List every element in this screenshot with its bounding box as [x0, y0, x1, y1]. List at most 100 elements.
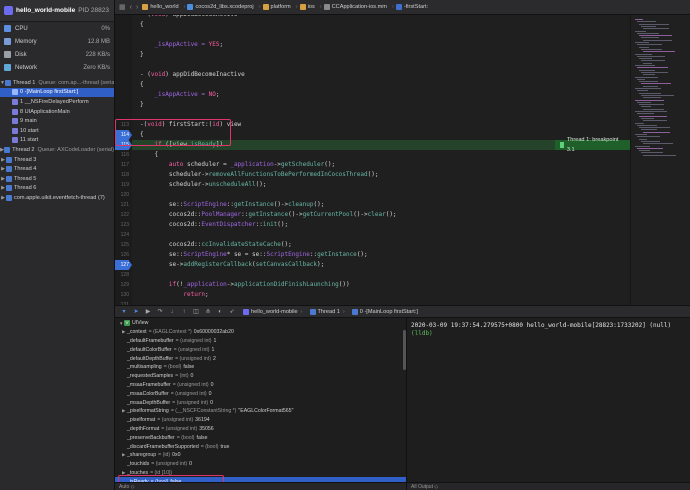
breadcrumb-item[interactable]: CCApplication-ios.mm: [323, 4, 387, 10]
minimap-line: [639, 81, 658, 83]
gauge-memory[interactable]: Memory 12.8 MB: [0, 35, 114, 48]
thread-item[interactable]: ▼ Thread 1 Queue: com.ap...-thread (serial…: [0, 78, 114, 88]
thread-item[interactable]: ▶ Thread 3: [0, 155, 114, 165]
gauge-cpu[interactable]: CPU 0%: [0, 22, 114, 35]
variable-row[interactable]: _preserveBackbuffer = (bool) false: [115, 433, 406, 442]
line-number[interactable]: [115, 80, 132, 90]
line-number[interactable]: 120: [115, 190, 132, 200]
stack-frame-item[interactable]: 8 UIApplicationMain: [0, 107, 114, 117]
breakpoint-marker[interactable]: 127: [115, 260, 132, 270]
variable-row[interactable]: _touchids = (unsigned int) 0: [115, 460, 406, 469]
minimap[interactable]: [630, 15, 690, 305]
line-number[interactable]: [115, 30, 132, 40]
variable-row[interactable]: ▶ _context = (EAGLContext *) 0x60000032ab20: [115, 328, 406, 337]
variable-row[interactable]: ▶ _sharegroup = (id) 0x0: [115, 451, 406, 460]
debug-crumb-frame[interactable]: 0 -[MainLoop firstStart:]: [351, 308, 418, 315]
variable-name: _msaaFramebuffer: [127, 381, 171, 388]
line-number[interactable]: 124: [115, 230, 132, 240]
stack-frame-item[interactable]: 9 main: [0, 116, 114, 126]
line-number[interactable]: 121: [115, 200, 132, 210]
debug-crumb-thread[interactable]: Thread 1: [309, 308, 340, 315]
variable-row[interactable]: _pixelformat = (unsigned int) 36194: [115, 416, 406, 425]
console-output-filter[interactable]: All Output ◇: [411, 484, 438, 490]
line-gutter[interactable]: 113 114 115 116 117 118 119 120 121 122 123 124 125 1…: [115, 15, 132, 305]
line-number[interactable]: 130: [115, 290, 132, 300]
variable-row[interactable]: _depthFormat = (unsigned int) 35056: [115, 425, 406, 434]
thread-item[interactable]: ▶ Thread 6: [0, 184, 114, 194]
variables-scrollbar[interactable]: [403, 330, 406, 370]
step-out-icon[interactable]: ↑: [179, 307, 189, 316]
code-token: ;: [219, 41, 224, 48]
variable-row[interactable]: _defaultFramebuffer = (unsigned int) 1: [115, 337, 406, 346]
continue-icon[interactable]: ▶: [143, 307, 153, 316]
breakpoints-toggle-icon[interactable]: ➤: [131, 307, 141, 316]
step-into-icon[interactable]: ↓: [167, 307, 177, 316]
line-number[interactable]: 123: [115, 220, 132, 230]
gauge-disk[interactable]: Disk 228 KB/s: [0, 48, 114, 61]
variable-row[interactable]: _defaultDepthBuffer = (unsigned int) 2: [115, 354, 406, 363]
network-gauge-icon: [4, 64, 11, 71]
variable-row[interactable]: _multisampling = (bool) false: [115, 363, 406, 372]
variable-row[interactable]: _defaultColorBuffer = (unsigned int) 1: [115, 345, 406, 354]
thread-item[interactable]: ▶ Thread 4: [0, 164, 114, 174]
breadcrumb-item[interactable]: hello_world: [142, 4, 179, 10]
environment-overrides-icon[interactable]: ◐: [215, 307, 225, 316]
code-token: ScriptEngine: [183, 251, 227, 258]
line-number[interactable]: [115, 40, 132, 50]
memory-graph-icon[interactable]: ⋔: [203, 307, 213, 316]
hide-debug-area-icon[interactable]: ▾: [119, 307, 129, 316]
line-number[interactable]: [115, 70, 132, 80]
variable-row[interactable]: _msaaFramebuffer = (unsigned int) 0: [115, 381, 406, 390]
console[interactable]: 2020-03-09 19:37:54.279575+0800 hello_wo…: [407, 318, 690, 490]
debug-crumb-process[interactable]: hello_world-mobile: [243, 308, 298, 315]
breadcrumb-item[interactable]: cocos2d_libs.xcodeproj: [187, 4, 254, 10]
gauge-network[interactable]: Network Zero KB/s: [0, 61, 114, 74]
stack-frame-item[interactable]: 0 -[MainLoop firstStart:]: [0, 87, 114, 98]
line-number[interactable]: [115, 20, 132, 30]
line-number[interactable]: 116: [115, 150, 132, 160]
variable-row[interactable]: _requestedSamples = (int) 0: [115, 372, 406, 381]
line-number[interactable]: 117: [115, 160, 132, 170]
thread-item[interactable]: ▶ Thread 2 Queue: AXCodeLoader (serial): [0, 145, 114, 155]
variable-row[interactable]: ▶ _pixelformatString = (__NSCFConstantStri…: [115, 407, 406, 416]
stack-frame-item[interactable]: 11 start: [0, 136, 114, 146]
breadcrumb-item[interactable]: ios: [299, 4, 315, 10]
thread-item[interactable]: ▶ com.apple.uikit.eventfetch-thread (7): [0, 193, 114, 203]
line-number[interactable]: 125: [115, 240, 132, 250]
frame-icon: [12, 127, 18, 134]
code-token: auto: [168, 161, 184, 168]
code-token: {: [140, 151, 159, 158]
variables-scope-select[interactable]: Auto ◇: [119, 484, 135, 490]
forward-icon[interactable]: ›: [136, 4, 138, 11]
related-items-icon[interactable]: ▦: [119, 3, 126, 11]
line-number[interactable]: [115, 90, 132, 100]
line-number[interactable]: 126: [115, 250, 132, 260]
breadcrumb-item[interactable]: -firstStart:: [395, 4, 428, 10]
line-number[interactable]: [115, 50, 132, 60]
process-header[interactable]: hello_world-mobile PID 28823: [0, 0, 114, 22]
variable-type: = (EAGLContext *): [148, 329, 192, 336]
line-number[interactable]: 122: [115, 210, 132, 220]
line-number[interactable]: [115, 100, 132, 110]
stack-frame-item[interactable]: 10 start: [0, 126, 114, 136]
line-number[interactable]: [115, 60, 132, 70]
variable-row[interactable]: _msaaDepthBuffer = (unsigned int) 0: [115, 398, 406, 407]
thread-item[interactable]: ▶ Thread 5: [0, 174, 114, 184]
variable-row[interactable]: _discardFramebufferSupported = (bool) true: [115, 442, 406, 451]
view-hierarchy-icon[interactable]: ◫: [191, 307, 201, 316]
source-editor[interactable]: 113 114 115 116 117 118 119 120 121 122 123 124 125 1…: [115, 15, 630, 305]
step-over-icon[interactable]: ↷: [155, 307, 165, 316]
line-number[interactable]: 119: [115, 180, 132, 190]
back-icon[interactable]: ‹: [130, 4, 132, 11]
code-token: }: [140, 101, 144, 108]
variable-name: _msaaColorBuffer: [127, 390, 169, 397]
line-number[interactable]: 129: [115, 280, 132, 290]
line-number[interactable]: 118: [115, 170, 132, 180]
breadcrumb-item[interactable]: platform: [262, 4, 291, 10]
line-number[interactable]: 128: [115, 270, 132, 280]
minimap-line: [635, 30, 646, 32]
simulate-location-icon[interactable]: ➶: [227, 307, 237, 316]
stack-frame-item[interactable]: 1 __NSFireDelayedPerform: [0, 97, 114, 107]
variable-row[interactable]: _msaaColorBuffer = (unsigned int) 0: [115, 389, 406, 398]
variable-row[interactable]: ▼ V UIView: [115, 319, 406, 328]
